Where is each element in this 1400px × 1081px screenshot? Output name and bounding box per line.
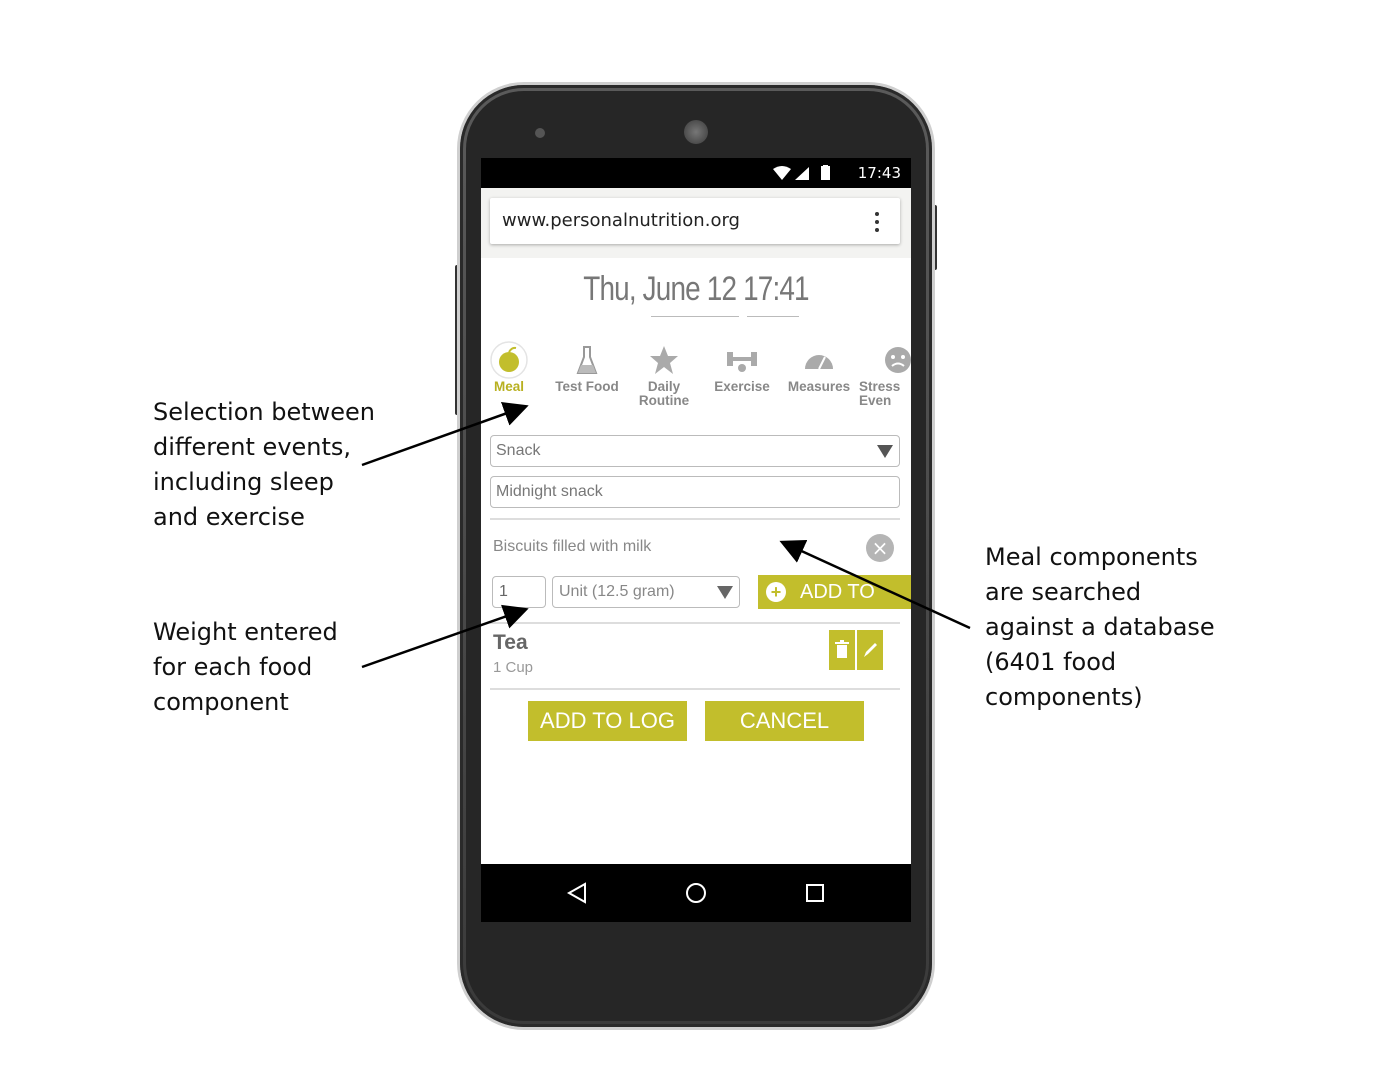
arrow-weight <box>361 604 529 669</box>
arrow-events <box>361 401 529 467</box>
arrow-search <box>779 539 971 630</box>
annotation-arrows <box>361 401 971 669</box>
